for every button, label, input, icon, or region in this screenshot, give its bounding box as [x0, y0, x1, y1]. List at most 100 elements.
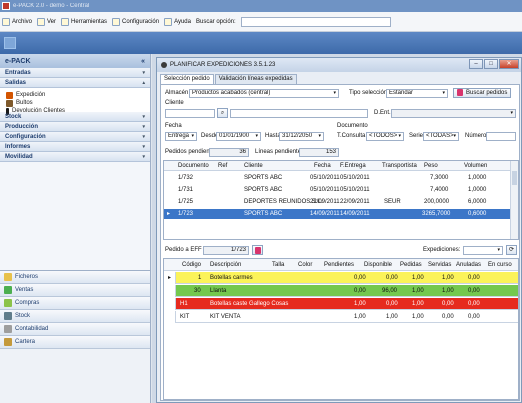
col-transportista[interactable]: Transportista	[382, 161, 417, 171]
col-codigo[interactable]: Código	[182, 259, 201, 271]
serie-select[interactable]: <TODAS> ▾	[423, 132, 459, 141]
col-peso[interactable]: Peso	[424, 161, 438, 171]
menu-archivo[interactable]: Archivo	[2, 17, 32, 26]
col-pedidas[interactable]: Pedidas	[400, 259, 422, 271]
collapse-icon[interactable]: «	[141, 58, 145, 65]
pedido-action-button[interactable]	[252, 245, 263, 255]
folder-icon	[4, 273, 12, 281]
minimize-button[interactable]: –	[469, 59, 483, 69]
close-button[interactable]: ✕	[499, 59, 519, 69]
cliente-code-input[interactable]	[165, 109, 215, 118]
module-stock[interactable]: Stock	[0, 310, 150, 323]
lines-table: Código Descripción Talla Color Pendiente…	[163, 258, 519, 400]
lineas-pendientes-label: Líneas pendientes	[255, 149, 305, 155]
module-ventas[interactable]: Ventas	[0, 284, 150, 297]
table-row[interactable]: 1/731 SPORTS ABC 05/10/2011 05/10/2011 7…	[164, 185, 510, 195]
chevron-down-icon: ▾	[191, 133, 194, 139]
orders-scrollbar[interactable]	[510, 161, 518, 239]
chevron-down-icon: ▾	[142, 113, 145, 120]
module-contabilidad[interactable]: Contabilidad	[0, 323, 150, 336]
col-en-curso[interactable]: En curso	[488, 259, 512, 271]
tab-seleccion-pedido[interactable]: Selección pedido	[160, 74, 214, 84]
dent-select[interactable]: ▾	[391, 109, 516, 118]
sidebar-section-movilidad[interactable]: Movilidad ▾	[0, 152, 150, 162]
sidebar-section-entradas[interactable]: Entradas ▾	[0, 68, 150, 78]
table-row[interactable]: 1/725 DEPORTES REUNIDOS S.L. 22/09/2011 …	[164, 197, 510, 207]
app-title: e-PACK 2.0 - demo - Central	[13, 3, 90, 9]
maximize-button[interactable]: □	[484, 59, 498, 69]
cliente-name-input[interactable]	[230, 109, 368, 118]
chevron-down-icon: ▾	[142, 133, 145, 140]
col-anuladas[interactable]: Anuladas	[456, 259, 481, 271]
hasta-date-input[interactable]: 31/12/2050 ▾	[279, 132, 324, 141]
planificar-window: PLANIFICAR EXPEDICIONES 3.5.1.23 – □ ✕ S…	[156, 57, 522, 403]
module-cartera[interactable]: Cartera	[0, 336, 150, 349]
menu-bar: Archivo Ver Herramientas Configuración A…	[0, 12, 522, 32]
search-option-input[interactable]	[240, 16, 391, 27]
sidebar-header: e-PACK «	[0, 54, 150, 68]
expediciones-select[interactable]: ▾	[463, 246, 503, 255]
buscar-pedidos-button[interactable]: Buscar pedidos	[453, 88, 512, 98]
tipo-seleccion-label: Tipo selección	[349, 90, 388, 96]
lines-table-header: Código Descripción Talla Color Pendiente…	[164, 259, 518, 271]
col-servidas[interactable]: Servidas	[428, 259, 451, 271]
col-cliente[interactable]: Cliente	[244, 161, 263, 171]
toolbar-button[interactable]	[4, 37, 16, 49]
tab-validacion-lineas[interactable]: Validación líneas expedidas	[214, 74, 297, 84]
col-ref[interactable]: Ref	[218, 161, 227, 171]
col-disponible[interactable]: Disponible	[364, 259, 392, 271]
scrollbar-thumb[interactable]	[512, 171, 517, 185]
almacen-select[interactable]: Productos acabados (central) ▾	[189, 89, 339, 98]
chevron-down-icon: ▾	[398, 133, 401, 139]
menu-ver[interactable]: Ver	[37, 17, 56, 26]
box-icon	[6, 99, 13, 107]
documento-label: Documento	[337, 123, 368, 129]
col-descripcion[interactable]: Descripción	[210, 259, 241, 271]
sidebar-section-salidas[interactable]: Salidas ▴	[0, 78, 150, 88]
menu-herramientas[interactable]: Herramientas	[61, 17, 107, 26]
sidebar-item-bultos[interactable]: Bultos	[0, 99, 150, 107]
module-compras[interactable]: Compras	[0, 297, 150, 310]
table-row[interactable]: 30 Llanta 0,00 96,00 1,00 1,00 0,00	[164, 285, 518, 297]
chevron-down-icon: ▾	[255, 133, 258, 139]
window-icon	[161, 62, 167, 68]
numero-input[interactable]	[486, 132, 516, 141]
cliente-lookup-button[interactable]: ⌕	[217, 108, 228, 118]
col-f-entrega[interactable]: F.Entrega	[340, 161, 366, 171]
col-documento[interactable]: Documento	[178, 161, 209, 171]
desde-date-input[interactable]: 01/01/1900 ▾	[216, 132, 261, 141]
col-pendientes[interactable]: Pendientes	[324, 259, 354, 271]
sidebar-section-informes[interactable]: Informes ▾	[0, 142, 150, 152]
wallet-icon	[4, 338, 12, 346]
refresh-button[interactable]: ⟳	[506, 245, 517, 255]
settings-icon	[112, 17, 121, 26]
pedido-label: Pedido a EFF	[165, 247, 202, 253]
fecha-type-select[interactable]: Entrega ▾	[165, 132, 197, 141]
row-pointer-icon: ▸	[164, 272, 176, 284]
sidebar-item-expedicion[interactable]: Expedición	[0, 91, 150, 99]
col-color[interactable]: Color	[298, 259, 312, 271]
work-area: PLANIFICAR EXPEDICIONES 3.5.1.23 – □ ✕ S…	[152, 54, 522, 403]
menu-configuracion[interactable]: Configuración	[112, 17, 159, 26]
sidebar-section-produccion[interactable]: Producción ▾	[0, 122, 150, 132]
table-row[interactable]: KIT KIT VENTA 1,00 1,00 1,00 0,00 0,00	[164, 311, 518, 323]
chevron-down-icon: ▾	[142, 123, 145, 130]
tconsulta-label: T.Consulta	[337, 133, 366, 139]
help-icon	[164, 17, 173, 26]
sidebar-section-configuracion[interactable]: Configuración ▾	[0, 132, 150, 142]
chevron-down-icon: ▾	[453, 133, 456, 139]
table-row[interactable]: H1 Botellas caste Gallego Cosas 1,00 0,0…	[164, 298, 518, 310]
col-talla[interactable]: Talla	[272, 259, 284, 271]
module-ficheros[interactable]: Ficheros	[0, 271, 150, 284]
col-volumen[interactable]: Volumen	[464, 161, 487, 171]
chevron-down-icon: ▾	[142, 153, 145, 160]
col-fecha[interactable]: Fecha	[314, 161, 331, 171]
tipo-seleccion-select[interactable]: Estándar ▾	[386, 89, 448, 98]
tconsulta-select[interactable]: <TODOS> ▾	[366, 132, 404, 141]
row-pointer-icon: ▸	[167, 211, 171, 217]
tools-icon	[61, 17, 70, 26]
table-row-selected[interactable]: ▸ 1/723 SPORTS ABC 14/09/2011 14/09/2011…	[164, 209, 510, 219]
table-row[interactable]: 1/732 SPORTS ABC 05/10/2011 05/10/2011 7…	[164, 173, 510, 183]
table-row[interactable]: ▸ 1 Botellas carmes 0,00 0,00 1,00 1,00 …	[164, 272, 518, 284]
menu-ayuda[interactable]: Ayuda	[164, 17, 191, 26]
